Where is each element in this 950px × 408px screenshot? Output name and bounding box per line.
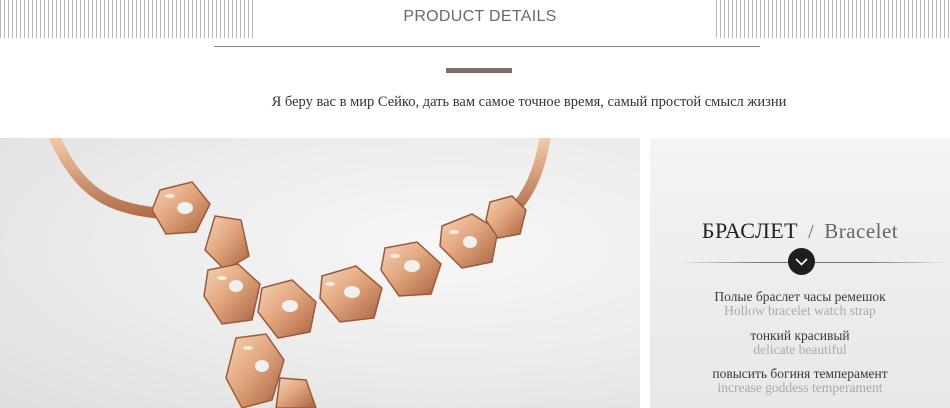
feature-en: increase goddess temperament [717, 380, 883, 396]
tagline: Я беру вас в мир Сейко, дать вам самое т… [271, 94, 787, 110]
feature-en: Hollow bracelet watch strap [724, 303, 876, 319]
feature-item: тонкий красивый delicate beautiful [650, 328, 950, 358]
header-divider [214, 46, 760, 47]
chevron-down-icon [788, 248, 815, 275]
header-accent-bar [446, 68, 512, 73]
feature-ru: Полые браслет часы ремешок [714, 289, 886, 304]
product-title-en: Bracelet [824, 219, 899, 243]
product-title-ru: БРАСЛЕТ [701, 218, 799, 243]
feature-ru: тонкий красивый [750, 328, 850, 343]
feature-en: delicate beautiful [753, 342, 847, 358]
product-photo [0, 138, 640, 408]
product-title: БРАСЛЕТ / Bracelet [650, 218, 950, 244]
feature-ru: повысить богиня темперамент [712, 366, 888, 381]
title-separator: / [808, 221, 815, 243]
product-info-panel: БРАСЛЕТ / Bracelet Полые браслет часы ре… [650, 138, 950, 408]
feature-item: Полые браслет часы ремешок Hollow bracel… [650, 289, 950, 319]
feature-item: повысить богиня темперамент increase god… [650, 366, 950, 396]
section-title: PRODUCT DETAILS [403, 8, 557, 25]
